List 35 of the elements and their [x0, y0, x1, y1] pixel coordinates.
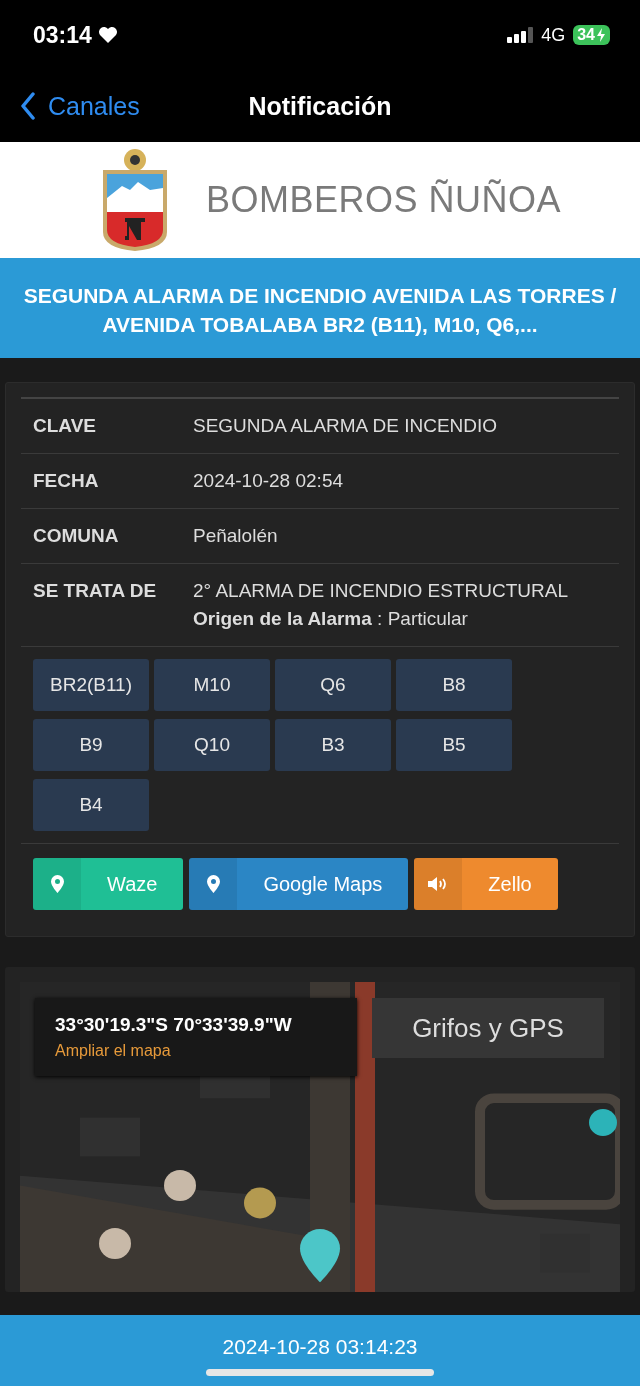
- screen-title: Notificación: [248, 91, 392, 121]
- field-value: Origen de la Alarma : Particular: [193, 608, 469, 630]
- alert-title: SEGUNDA ALARMA DE INCENDIO AVENIDA LAS TORRES / AVENIDA TOBALABA BR2 (B11), M10, Q6,...: [0, 258, 640, 358]
- clock: 03:14: [33, 21, 92, 49]
- field-label: CLAVE: [33, 415, 97, 437]
- unit-button[interactable]: B8: [396, 659, 512, 711]
- maps-button[interactable]: Google Maps: [189, 858, 409, 910]
- unit-button[interactable]: BR2(B11): [33, 659, 149, 711]
- unit-button[interactable]: B3: [275, 719, 391, 771]
- organization-name: BOMBEROS ÑUÑOA: [206, 179, 562, 221]
- back-button[interactable]: Canales: [0, 91, 140, 121]
- network-label: 4G: [541, 24, 566, 46]
- coordinates-text: 33°30'19.3"S 70°33'39.9"W: [55, 1014, 293, 1036]
- chevron-left-icon: [20, 92, 36, 120]
- field-value: 2° ALARMA DE INCENDIO ESTRUCTURAL: [193, 580, 568, 602]
- unit-button[interactable]: Q10: [154, 719, 270, 771]
- field-value: 2024-10-28 02:54: [193, 470, 343, 492]
- field-value: SEGUNDA ALARMA DE INCENDIO: [193, 415, 498, 437]
- enlarge-map-link[interactable]: Ampliar el mapa: [55, 1042, 337, 1060]
- signal-icon: [507, 27, 534, 43]
- map-pin-icon: [50, 875, 64, 893]
- map-pin-icon: [206, 875, 220, 893]
- unit-button[interactable]: B5: [396, 719, 512, 771]
- unit-button[interactable]: Q6: [275, 659, 391, 711]
- field-label: SE TRATA DE: [33, 580, 158, 603]
- unit-button[interactable]: B9: [33, 719, 149, 771]
- field-label: COMUNA: [33, 525, 120, 547]
- heart-icon: [97, 26, 118, 44]
- timestamp: 2024-10-28 03:14:23: [222, 1335, 418, 1359]
- field-label: FECHA: [33, 470, 100, 492]
- unit-button[interactable]: M10: [154, 659, 270, 711]
- hydrants-gps-button[interactable]: Grifos y GPS: [372, 998, 604, 1058]
- unit-button[interactable]: B4: [33, 779, 149, 831]
- battery-indicator: 34: [573, 25, 610, 45]
- field-value: Peñalolén: [193, 525, 278, 547]
